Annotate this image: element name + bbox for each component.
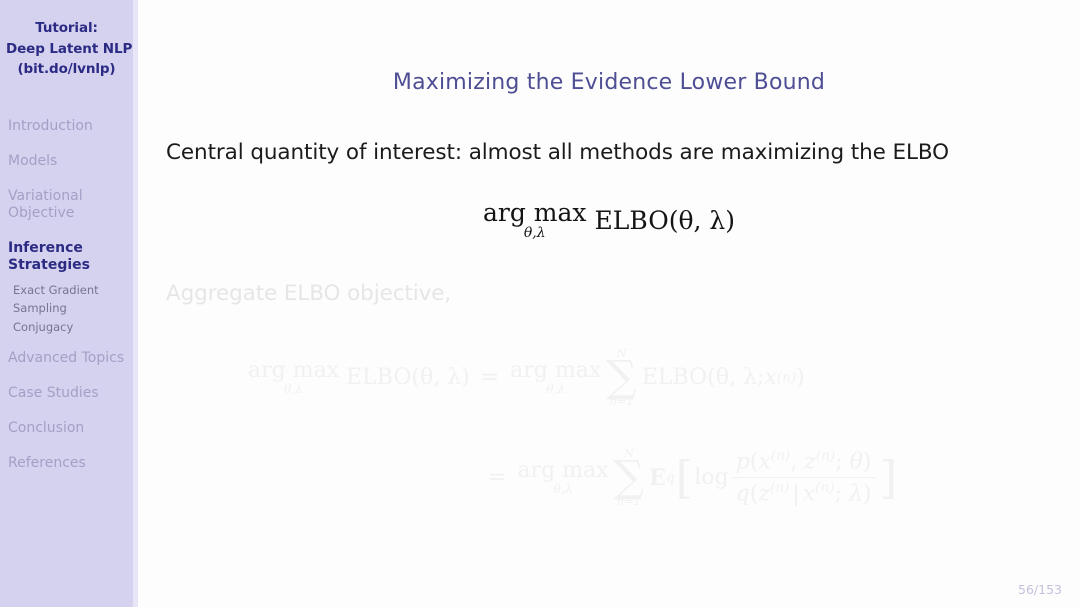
- argmax-operator-2: arg max θ,λ: [510, 358, 602, 397]
- elbo-rhs-variable: x: [764, 365, 777, 391]
- sigma-icon: ∑: [613, 452, 645, 503]
- sidebar-subitem-exact-gradient[interactable]: Exact Gradient: [0, 281, 133, 300]
- expectation-subscript: q: [665, 469, 675, 486]
- sidebar-item-introduction[interactable]: Introduction: [0, 118, 133, 135]
- sidebar-item-case-studies[interactable]: Case Studies: [0, 385, 133, 402]
- sidebar-subitem-label: Conjugacy: [13, 319, 74, 334]
- sum-lower-limit: n=1: [609, 394, 634, 409]
- faded-caption: Aggregate ELBO objective,: [166, 281, 452, 306]
- argmax-operator: arg max θ,λ: [483, 200, 587, 240]
- elbo-rhs-suffix: ): [796, 365, 805, 391]
- expectation-symbol: E: [649, 464, 666, 491]
- argmax-subscript: θ,λ: [546, 382, 566, 397]
- sidebar-item-models[interactable]: Models: [0, 153, 133, 170]
- elbo-rhs-superscript: (n): [776, 369, 797, 386]
- sum-lower-limit: n=1: [616, 494, 641, 509]
- sidebar-subitem-conjugacy[interactable]: Conjugacy: [0, 318, 133, 337]
- argmax-label: arg max: [510, 358, 602, 384]
- faded-equation-line-1: arg max θ,λ ELBO(θ, λ) = arg max θ,λ N ∑…: [248, 347, 805, 409]
- sidebar-item-label: Introduction: [8, 117, 93, 134]
- sidebar-item-label: Case Studies: [8, 385, 99, 401]
- sidebar-item-conclusion[interactable]: Conclusion: [0, 420, 133, 437]
- sidebar-subitem-label: Sampling: [13, 301, 67, 315]
- slide-content: Maximizing the Evidence Lower Bound Cent…: [138, 0, 1080, 607]
- log-operator: log: [694, 465, 729, 491]
- argmax-operator: arg max θ,λ: [517, 458, 609, 497]
- faded-equation-line-2: = arg max θ,λ N ∑ n=1 Eq [ log p(x(n), z…: [488, 447, 898, 509]
- page-number: 56/153: [1018, 582, 1062, 597]
- main-equation: arg max θ,λ ELBO(θ, λ): [138, 198, 1080, 240]
- sidebar-subitem-label: Exact Gradient: [13, 282, 99, 297]
- elbo-rhs-prefix: ELBO(θ, λ;: [641, 365, 765, 391]
- elbo-expression: ELBO(θ, λ): [594, 205, 735, 235]
- sidebar-item-label: References: [8, 455, 86, 471]
- sidebar-item-label: Models: [8, 152, 58, 169]
- sidebar-item-variational-objective[interactable]: Variational Objective: [0, 188, 133, 222]
- sidebar-subitem-sampling[interactable]: Sampling: [0, 299, 133, 318]
- sidebar-title-line-1: Tutorial:: [35, 20, 98, 36]
- argmax-label: arg max: [483, 198, 587, 227]
- fraction-denominator: q(z(n) | x(n); λ): [731, 477, 876, 507]
- sigma-icon: ∑: [606, 352, 637, 403]
- sidebar-title-line-3: (bit.do/lvnlp): [17, 61, 116, 77]
- fraction-numerator: p(x(n), z(n); θ): [735, 448, 872, 475]
- sidebar-item-advanced-topics[interactable]: Advanced Topics: [0, 350, 133, 367]
- sidebar: Tutorial: Deep Latent NLP (bit.do/lvnlp)…: [0, 0, 133, 607]
- bracket-open-icon: [: [675, 450, 694, 504]
- sidebar-title: Tutorial: Deep Latent NLP (bit.do/lvnlp): [0, 0, 133, 80]
- argmax-operator: arg max θ,λ: [248, 358, 340, 397]
- sidebar-item-inference-strategies[interactable]: Inference Strategies: [0, 240, 133, 274]
- sidebar-item-label: Inference: [8, 239, 83, 256]
- sidebar-item-label-cont: Objective: [8, 204, 75, 221]
- equals-sign: =: [488, 465, 507, 491]
- equals-sign: =: [480, 365, 500, 391]
- bracket-close-icon: ]: [879, 450, 898, 504]
- log-ratio-fraction: p(x(n), z(n); θ) q(z(n) | x(n); λ): [731, 448, 876, 508]
- argmax-subscript: θ,λ: [523, 225, 546, 241]
- sidebar-title-line-2: Deep Latent NLP: [6, 40, 133, 57]
- argmax-label: arg max: [248, 358, 340, 384]
- sidebar-item-references[interactable]: References: [0, 455, 133, 472]
- sidebar-item-label-cont: Strategies: [8, 256, 90, 273]
- sidebar-nav: Introduction Models Variational Objectiv…: [0, 118, 133, 473]
- summation-operator: N ∑ n=1: [606, 347, 637, 409]
- elbo-lhs: ELBO(θ, λ): [346, 365, 470, 391]
- argmax-subscript: θ,λ: [553, 482, 573, 497]
- sidebar-item-label: Variational: [8, 187, 83, 204]
- frame-title: Maximizing the Evidence Lower Bound: [392, 70, 826, 95]
- lead-text: Central quantity of interest: almost all…: [166, 140, 949, 165]
- argmax-subscript: θ,λ: [283, 382, 304, 397]
- sidebar-item-label: Conclusion: [8, 420, 85, 436]
- sidebar-item-label: Advanced Topics: [8, 350, 125, 366]
- slide: Tutorial: Deep Latent NLP (bit.do/lvnlp)…: [0, 0, 1080, 607]
- summation-operator: N ∑ n=1: [613, 447, 645, 509]
- argmax-label: arg max: [517, 458, 609, 484]
